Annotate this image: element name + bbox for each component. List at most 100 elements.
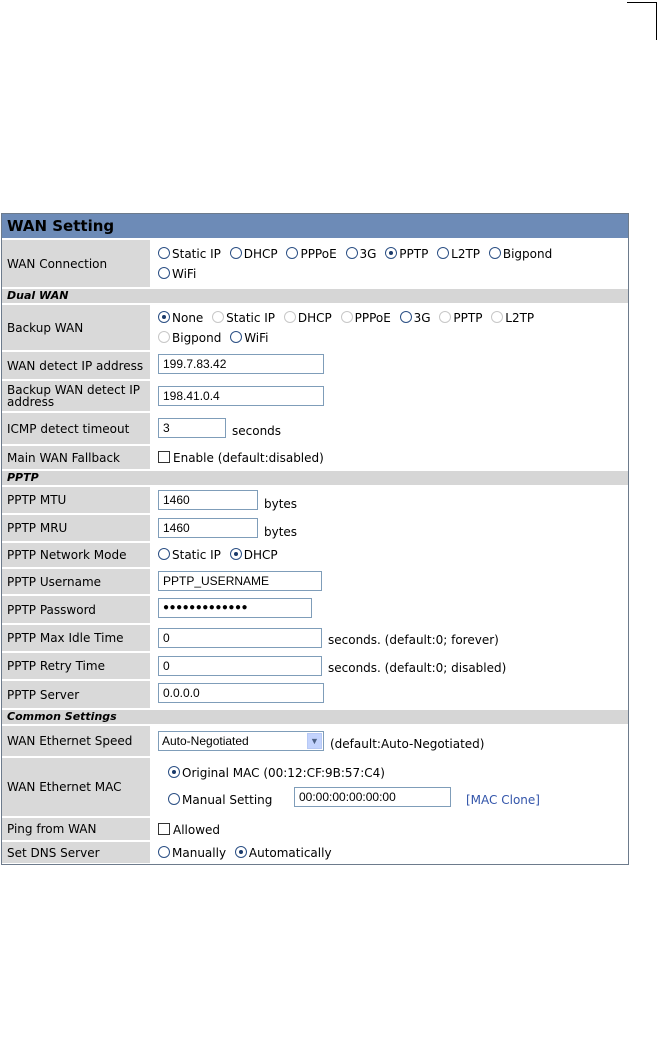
wan-connection-row: WAN Connection Static IP DHCP PPPoE 3G P… [2,240,628,287]
pptp-mru-unit: bytes [264,525,298,539]
backup-wan-detect-row: Backup WAN detect IP address 198.41.0.4 [2,381,628,411]
wan-option-static-ip[interactable]: Static IP [158,247,221,261]
wan-option-pppoe[interactable]: PPPoE [286,247,337,261]
backup-wan-detect-input[interactable]: 198.41.0.4 [158,386,324,406]
pptp-password-row: PPTP Password ●●●●●●●●●●●●● [2,596,628,623]
pptp-mru-input[interactable]: 1460 [158,518,258,538]
pptp-network-mode-row: PPTP Network Mode Static IP DHCP [2,543,628,567]
wan-setting-panel: WAN Setting WAN Connection Static IP DHC… [1,213,629,865]
backup-option-pppoe[interactable]: PPPoE [340,311,391,325]
pptp-username-value-cell: PPTP_USERNAME [152,569,628,594]
main-wan-fallback-row: Main WAN Fallback Enable (default:disabl… [2,446,628,469]
pptp-mtu-unit: bytes [264,497,298,511]
icmp-timeout-input[interactable]: 3 [158,418,226,438]
mac-manual-input[interactable]: 00:00:00:00:00:00 [294,787,451,807]
pptp-max-idle-input[interactable]: 0 [158,628,322,648]
radio-selected-icon [385,247,398,259]
wan-option-3g[interactable]: 3G [345,247,376,261]
backup-wan-detect-label: Backup WAN detect IP address [2,381,150,411]
mac-manual-option[interactable]: Manual Setting [168,793,272,807]
wan-detect-ip-value-cell: 199.7.83.42 [152,352,628,379]
pptp-retry-label: PPTP Retry Time [2,653,150,679]
panel-title: WAN Setting [2,214,628,238]
wan-option-dhcp[interactable]: DHCP [229,247,278,261]
corner-mark-vertical [656,2,657,40]
wan-ethernet-speed-select[interactable]: Auto-Negotiated ▼ [158,731,324,751]
main-wan-fallback-checkbox[interactable]: Enable (default:disabled) [158,451,324,465]
pptp-mtu-value-cell: 1460 bytes [152,487,628,513]
pptp-mtu-label: PPTP MTU [2,487,150,513]
wan-ethernet-speed-value-cell: Auto-Negotiated ▼ (default:Auto-Negotiat… [152,726,628,756]
backup-option-pptp[interactable]: PPTP [439,311,482,325]
backup-wan-options: None Static IP DHCP PPPoE 3G PPTP L2TP B… [152,305,628,350]
pptp-password-label: PPTP Password [2,596,150,623]
icmp-timeout-row: ICMP detect timeout 3 seconds [2,413,628,444]
backup-option-bigpond[interactable]: Bigpond [158,331,221,345]
radio-icon [158,267,170,279]
pptp-retry-row: PPTP Retry Time 0 seconds. (default:0; d… [2,653,628,679]
backup-option-static-ip[interactable]: Static IP [212,311,275,325]
wan-detect-ip-row: WAN detect IP address 199.7.83.42 [2,352,628,379]
pptp-server-input[interactable]: 0.0.0.0 [158,683,324,703]
radio-icon [158,548,170,560]
backup-option-none[interactable]: None [158,311,203,325]
wan-detect-ip-label: WAN detect IP address [2,352,150,379]
section-dual-wan: Dual WAN [2,289,628,303]
pptp-max-idle-row: PPTP Max Idle Time 0 seconds. (default:0… [2,625,628,651]
wan-ethernet-mac-label: WAN Ethernet MAC [2,758,150,816]
radio-icon [399,311,412,323]
pptp-mode-static-ip[interactable]: Static IP [158,548,221,562]
pptp-mru-value-cell: 1460 bytes [152,515,628,541]
mac-original-option[interactable]: Original MAC (00:12:CF:9B:57:C4) [168,766,385,780]
wan-ethernet-mac-value-cell: Original MAC (00:12:CF:9B:57:C4) Manual … [152,758,628,816]
radio-icon [229,247,242,259]
backup-option-wifi[interactable]: WiFi [230,331,269,345]
icmp-timeout-value-cell: 3 seconds [152,413,628,444]
pptp-username-label: PPTP Username [2,569,150,594]
radio-icon [158,247,170,259]
pptp-mtu-input[interactable]: 1460 [158,490,258,510]
wan-ethernet-speed-row: WAN Ethernet Speed Auto-Negotiated ▼ (de… [2,726,628,756]
radio-icon [158,846,170,858]
corner-mark-horizontal [627,2,657,3]
wan-ethernet-mac-row: WAN Ethernet MAC Original MAC (00:12:CF:… [2,758,628,816]
backup-option-l2tp[interactable]: L2TP [491,311,534,325]
radio-icon [286,247,299,259]
wan-option-pptp[interactable]: PPTP [385,247,428,261]
pptp-username-input[interactable]: PPTP_USERNAME [158,571,322,591]
ping-from-wan-checkbox[interactable]: Allowed [158,823,220,837]
radio-disabled-icon [158,331,170,343]
chevron-down-icon[interactable]: ▼ [307,733,322,749]
radio-selected-icon [158,311,170,323]
main-wan-fallback-label: Main WAN Fallback [2,446,150,469]
wan-option-wifi[interactable]: WiFi [158,267,196,281]
radio-selected-icon [229,548,242,560]
dns-option-manually[interactable]: Manually [158,846,226,860]
pptp-username-row: PPTP Username PPTP_USERNAME [2,569,628,594]
pptp-mode-dhcp[interactable]: DHCP [229,548,278,562]
mac-clone-link[interactable]: [MAC Clone] [466,793,540,807]
pptp-server-row: PPTP Server 0.0.0.0 [2,681,628,708]
pptp-retry-input[interactable]: 0 [158,656,322,676]
radio-icon [168,793,180,805]
pptp-max-idle-unit: seconds. (default:0; forever) [328,633,499,647]
dns-option-automatically[interactable]: Automatically [234,846,332,860]
wan-detect-ip-input[interactable]: 199.7.83.42 [158,354,324,374]
icmp-timeout-label: ICMP detect timeout [2,413,150,444]
wan-connection-label: WAN Connection [2,240,150,287]
wan-option-l2tp[interactable]: L2TP [437,247,480,261]
pptp-mru-label: PPTP MRU [2,515,150,541]
checkbox-icon [158,823,170,835]
wan-ethernet-speed-default: (default:Auto-Negotiated) [330,737,485,751]
pptp-retry-unit: seconds. (default:0; disabled) [328,661,507,675]
set-dns-server-label: Set DNS Server [2,842,150,863]
radio-disabled-icon [212,311,225,323]
wan-option-bigpond[interactable]: Bigpond [488,247,552,261]
backup-option-3g[interactable]: 3G [399,311,431,325]
pptp-mtu-row: PPTP MTU 1460 bytes [2,487,628,513]
checkbox-icon [158,451,170,463]
ping-from-wan-value-cell: Allowed [152,818,628,840]
pptp-password-input[interactable]: ●●●●●●●●●●●●● [158,598,312,618]
radio-disabled-icon [491,311,504,323]
backup-option-dhcp[interactable]: DHCP [283,311,332,325]
